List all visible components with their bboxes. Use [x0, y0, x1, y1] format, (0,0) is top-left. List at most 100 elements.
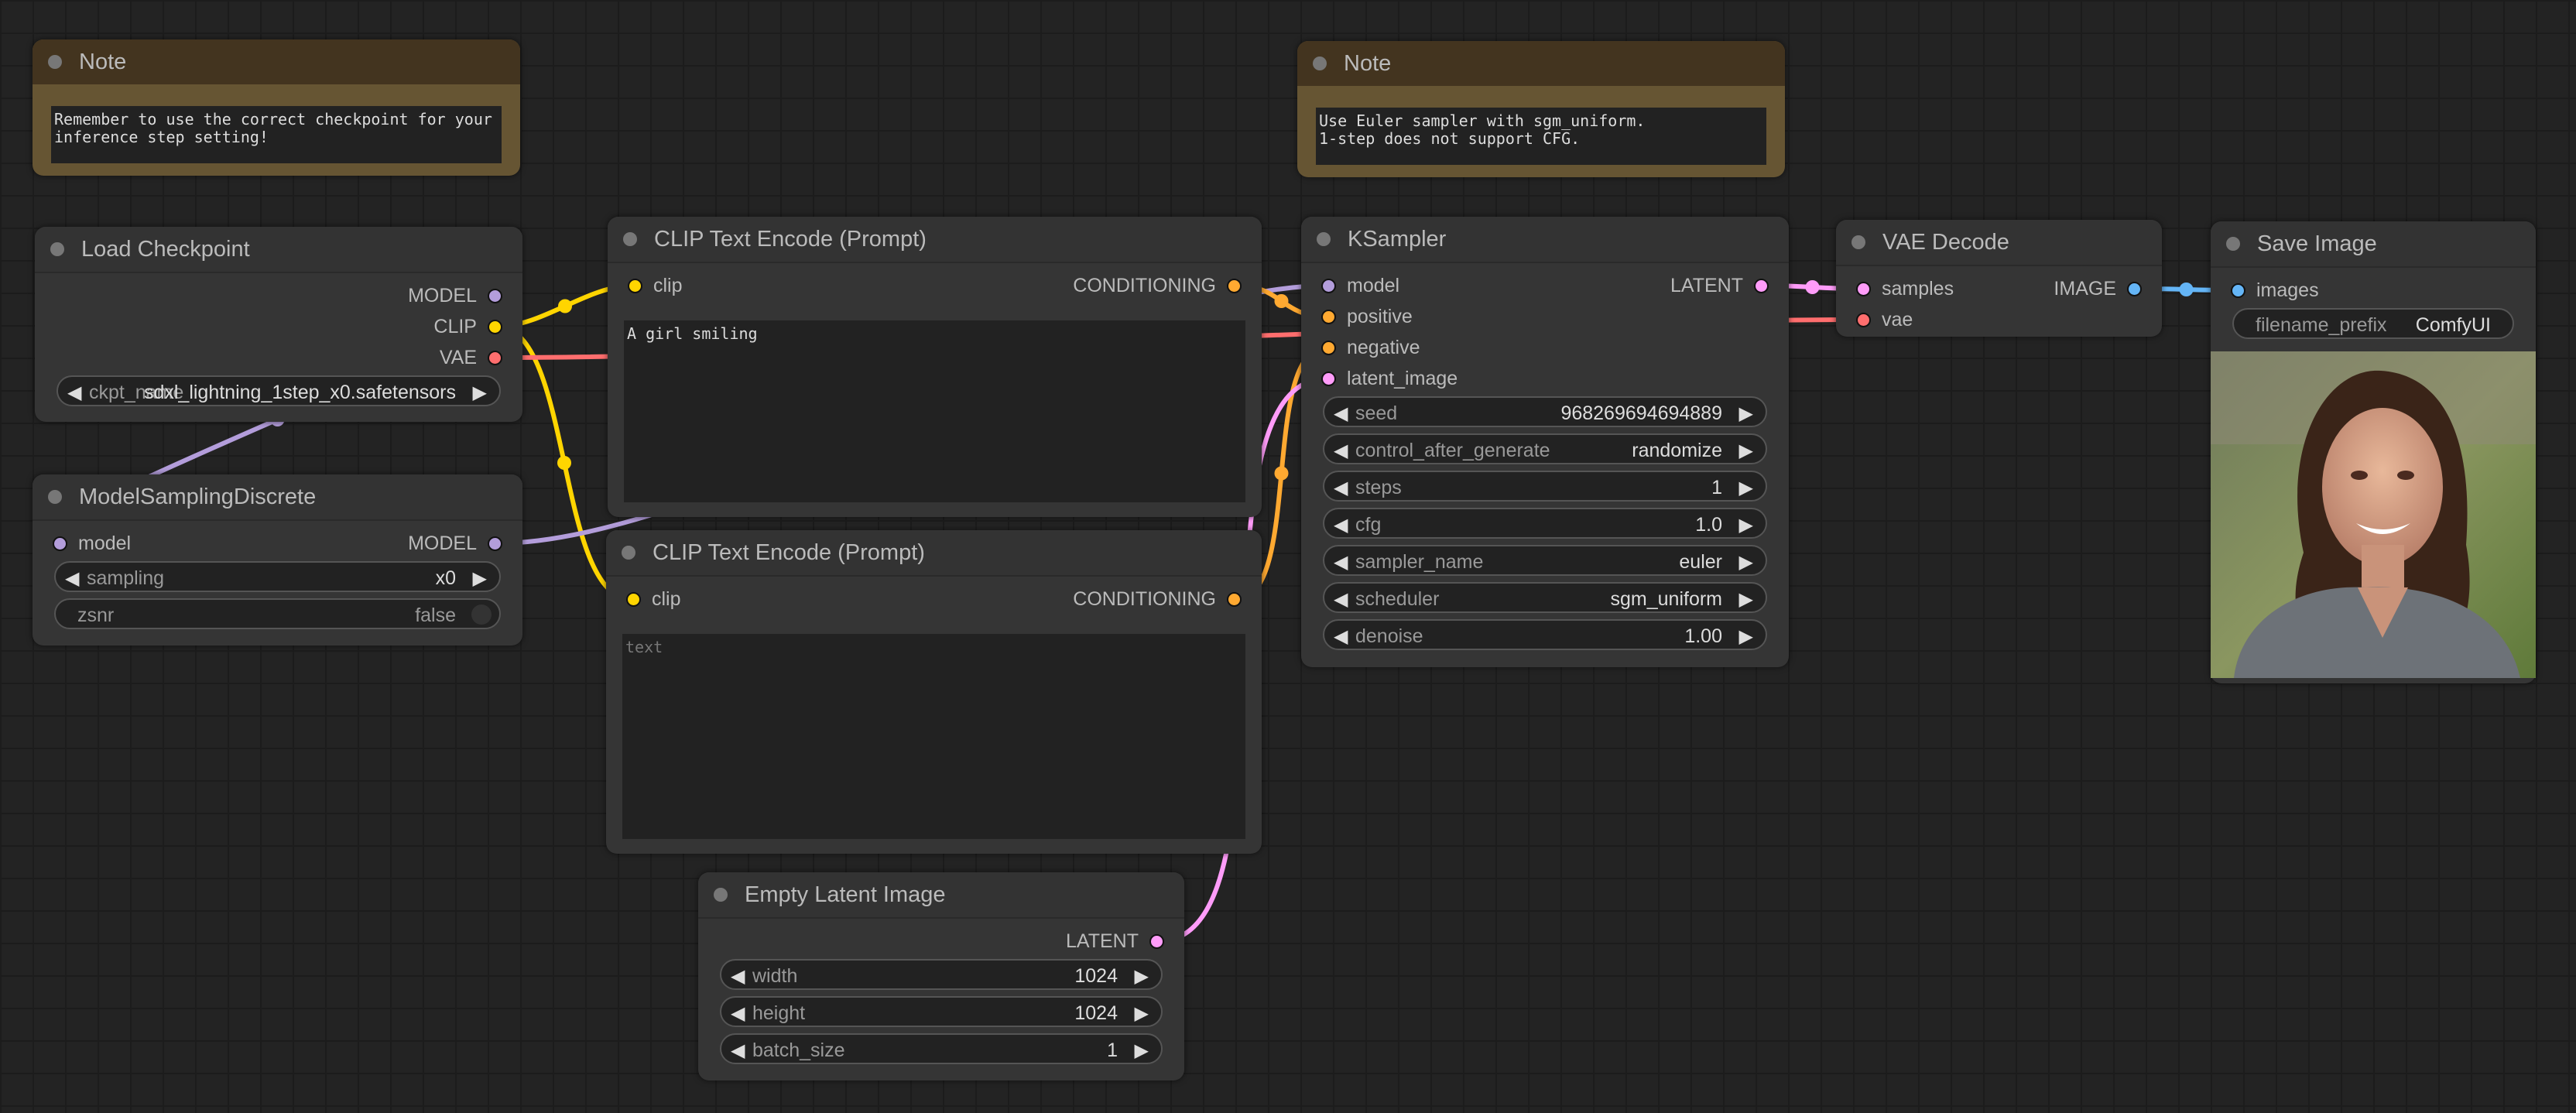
widget-value[interactable]: 1024: [1074, 965, 1118, 988]
clip-input-dot-icon[interactable]: [626, 591, 641, 607]
collapse-dot-icon[interactable]: [48, 55, 62, 69]
conditioning-input-dot-icon[interactable]: [1321, 340, 1336, 355]
input-slot-model[interactable]: model: [42, 528, 131, 559]
input-slot-images[interactable]: images: [2220, 275, 2319, 306]
node-title-bar[interactable]: Note: [1297, 41, 1785, 86]
conditioning-input-dot-icon[interactable]: [1321, 309, 1336, 324]
widget-value[interactable]: 968269694694889: [1560, 402, 1722, 425]
collapse-dot-icon[interactable]: [622, 546, 635, 560]
empty-latent-node[interactable]: Empty Latent Image LATENT ◀ width 1024 ▶ ◀ heig…: [698, 872, 1184, 1080]
link-midpoint-handle[interactable]: [557, 456, 571, 471]
collapse-dot-icon[interactable]: [714, 888, 728, 902]
widget-value[interactable]: 1: [1107, 1039, 1118, 1062]
widget-value[interactable]: 1: [1711, 477, 1722, 499]
output-slot-clip[interactable]: CLIP: [433, 311, 513, 342]
model-input-dot-icon[interactable]: [1321, 278, 1336, 293]
decrement-arrow-icon[interactable]: ◀: [67, 382, 81, 404]
ksampler-node[interactable]: KSampler model positive negative latent_imag…: [1301, 217, 1789, 667]
increment-arrow-icon[interactable]: ▶: [1739, 588, 1753, 611]
increment-arrow-icon[interactable]: ▶: [1739, 625, 1753, 648]
model-input-dot-icon[interactable]: [53, 536, 67, 551]
image-output-dot-icon[interactable]: [2127, 281, 2142, 296]
input-slot-negative[interactable]: negative: [1310, 332, 1420, 363]
output-slot-latent[interactable]: LATENT: [1670, 270, 1780, 301]
collapse-dot-icon[interactable]: [2226, 237, 2240, 251]
input-slot-clip[interactable]: clip: [615, 584, 681, 615]
height-widget[interactable]: ◀ height 1024 ▶: [720, 996, 1163, 1027]
increment-arrow-icon[interactable]: ▶: [1739, 551, 1753, 574]
latent-input-dot-icon[interactable]: [1321, 371, 1336, 386]
load-checkpoint-node[interactable]: Load Checkpoint MODEL CLIP VAE ◀ ckpt_name sdx…: [35, 227, 522, 422]
prompt-textarea[interactable]: text: [622, 634, 1245, 839]
batch-size-widget[interactable]: ◀ batch_size 1 ▶: [720, 1033, 1163, 1064]
collapse-dot-icon[interactable]: [50, 242, 64, 256]
prompt-textarea[interactable]: A girl smiling: [624, 320, 1245, 502]
steps-widget[interactable]: ◀ steps 1 ▶: [1323, 471, 1767, 502]
collapse-dot-icon[interactable]: [1317, 232, 1331, 246]
decrement-arrow-icon[interactable]: ◀: [1334, 402, 1348, 425]
latent-input-dot-icon[interactable]: [1856, 281, 1871, 296]
node-title-bar[interactable]: Load Checkpoint: [35, 227, 522, 273]
node-title-bar[interactable]: VAE Decode: [1836, 220, 2162, 266]
increment-arrow-icon[interactable]: ▶: [1135, 1002, 1149, 1025]
widget-value[interactable]: randomize: [1632, 440, 1722, 462]
node-title-bar[interactable]: CLIP Text Encode (Prompt): [606, 530, 1262, 577]
control-after-generate-widget[interactable]: ◀ control_after_generate randomize ▶: [1323, 433, 1767, 464]
width-widget[interactable]: ◀ width 1024 ▶: [720, 959, 1163, 990]
increment-arrow-icon[interactable]: ▶: [1135, 1039, 1149, 1062]
denoise-widget[interactable]: ◀ denoise 1.00 ▶: [1323, 619, 1767, 650]
input-slot-latent-image[interactable]: latent_image: [1310, 363, 1458, 394]
node-title-bar[interactable]: Save Image: [2211, 221, 2536, 268]
toggle-knob-icon[interactable]: [471, 604, 492, 625]
widget-value[interactable]: 1.0: [1695, 514, 1722, 536]
output-slot-model[interactable]: MODEL: [408, 280, 513, 311]
model-output-dot-icon[interactable]: [488, 536, 502, 551]
link-midpoint-handle[interactable]: [2179, 283, 2194, 296]
clip-input-dot-icon[interactable]: [628, 278, 642, 293]
note-text[interactable]: Use Euler sampler with sgm_uniform. 1-st…: [1316, 108, 1766, 165]
increment-arrow-icon[interactable]: ▶: [1739, 477, 1753, 499]
widget-value[interactable]: false: [415, 604, 456, 627]
scheduler-widget[interactable]: ◀ scheduler sgm_uniform ▶: [1323, 582, 1767, 613]
clip-neg-node[interactable]: CLIP Text Encode (Prompt) clip CONDITIONIN…: [606, 530, 1262, 854]
note-node[interactable]: Note Use Euler sampler with sgm_uniform. …: [1297, 41, 1785, 177]
output-slot-conditioning[interactable]: CONDITIONING: [1073, 584, 1252, 615]
link-midpoint-handle[interactable]: [1274, 294, 1289, 308]
widget-value[interactable]: x0: [436, 567, 456, 590]
link-midpoint-handle[interactable]: [558, 299, 572, 313]
node-title-bar[interactable]: Empty Latent Image: [698, 872, 1184, 919]
widget-value[interactable]: euler: [1679, 551, 1722, 574]
link-midpoint-handle[interactable]: [1805, 280, 1820, 294]
model-output-dot-icon[interactable]: [488, 288, 502, 303]
increment-arrow-icon[interactable]: ▶: [473, 567, 487, 590]
note-node[interactable]: Note Remember to use the correct checkpoi…: [33, 39, 520, 176]
decrement-arrow-icon[interactable]: ◀: [1334, 625, 1348, 648]
save-image-node[interactable]: Save Image images filename_prefix ComfyUI: [2211, 221, 2536, 683]
increment-arrow-icon[interactable]: ▶: [473, 382, 487, 404]
input-slot-samples[interactable]: samples: [1845, 273, 1954, 304]
node-title-bar[interactable]: ModelSamplingDiscrete: [33, 474, 522, 521]
decrement-arrow-icon[interactable]: ◀: [731, 965, 745, 988]
widget-value[interactable]: 1.00: [1684, 625, 1722, 648]
node-title-bar[interactable]: Note: [33, 39, 520, 84]
decrement-arrow-icon[interactable]: ◀: [1334, 514, 1348, 536]
collapse-dot-icon[interactable]: [1852, 235, 1865, 249]
output-slot-model[interactable]: MODEL: [408, 528, 513, 559]
decrement-arrow-icon[interactable]: ◀: [1334, 440, 1348, 462]
collapse-dot-icon[interactable]: [48, 490, 62, 504]
decrement-arrow-icon[interactable]: ◀: [731, 1002, 745, 1025]
widget-value[interactable]: sdxl_lightning_1step_x0.safetensors: [144, 382, 456, 404]
cfg-widget[interactable]: ◀ cfg 1.0 ▶: [1323, 508, 1767, 539]
link-midpoint-handle[interactable]: [1274, 466, 1289, 481]
widget-value[interactable]: ComfyUI: [2416, 314, 2491, 337]
widget-value[interactable]: sgm_uniform: [1611, 588, 1723, 611]
seed-widget[interactable]: ◀ seed 968269694694889 ▶: [1323, 396, 1767, 427]
input-slot-clip[interactable]: clip: [617, 270, 683, 301]
increment-arrow-icon[interactable]: ▶: [1739, 440, 1753, 462]
output-slot-conditioning[interactable]: CONDITIONING: [1073, 270, 1252, 301]
output-slot-image[interactable]: IMAGE: [2054, 273, 2153, 304]
zsnr-widget[interactable]: zsnr false: [54, 598, 501, 629]
input-slot-vae[interactable]: vae: [1845, 304, 1913, 335]
input-slot-model[interactable]: model: [1310, 270, 1399, 301]
sampling-widget[interactable]: ◀ sampling x0 ▶: [54, 561, 501, 592]
